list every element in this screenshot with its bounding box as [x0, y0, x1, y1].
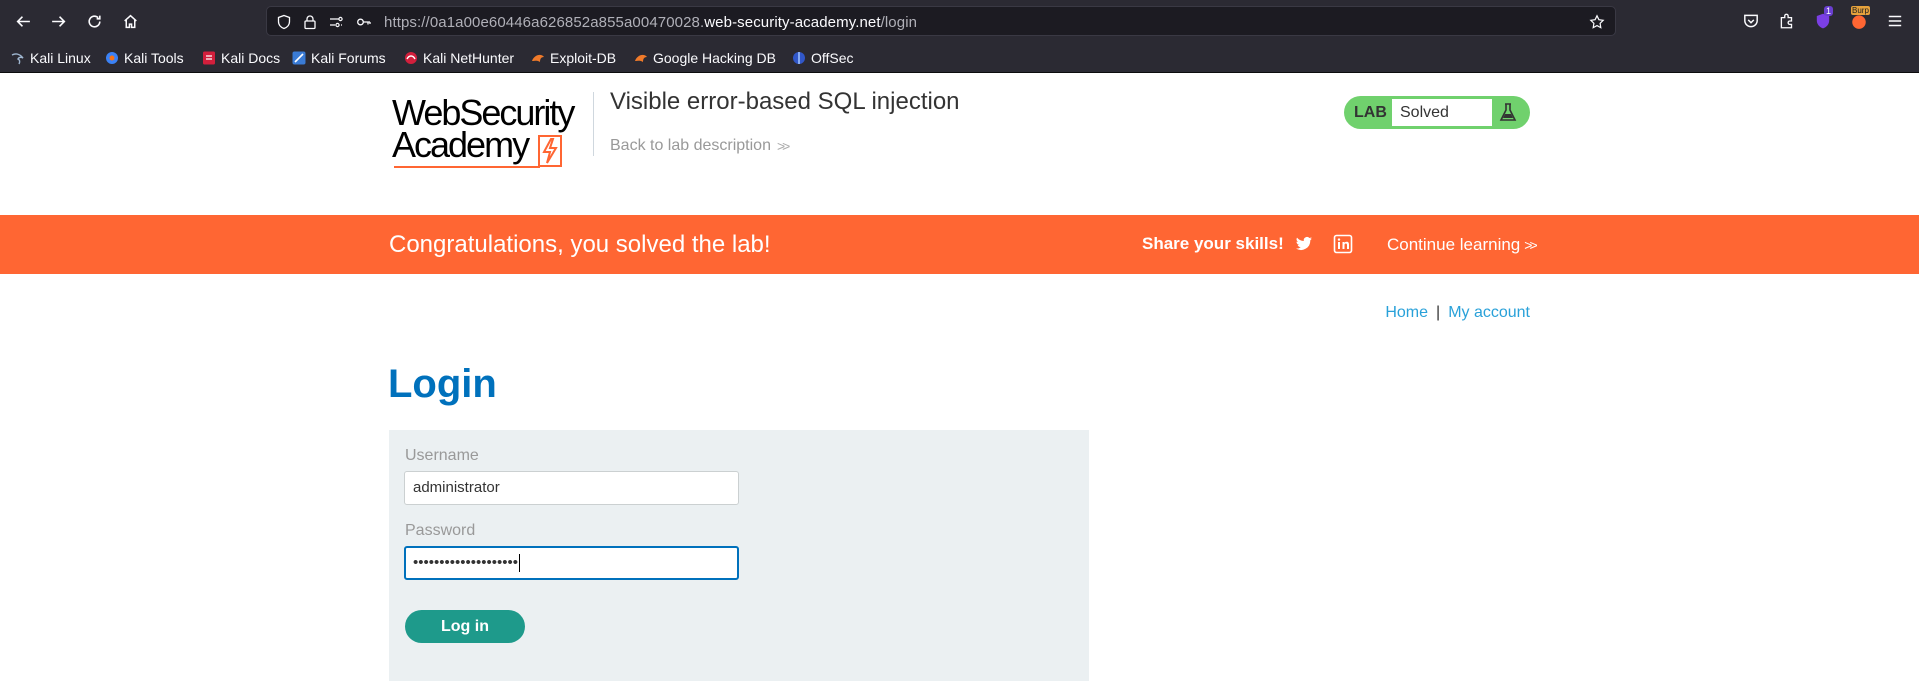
forward-button[interactable] — [45, 8, 71, 34]
extension-shield-icon[interactable]: 1 — [1812, 6, 1834, 32]
bookmark-star-icon[interactable] — [1588, 13, 1606, 31]
kali-forums-icon — [292, 51, 306, 65]
bookmark-kali-nethunter[interactable]: Kali NetHunter — [403, 49, 514, 67]
login-form: Username administrator Password ••••••••… — [389, 430, 1089, 681]
key-icon[interactable] — [355, 13, 373, 31]
my-account-link[interactable]: My account — [1448, 304, 1530, 321]
bookmarks-bar: Kali Linux Kali Tools Kali Docs Kali For… — [0, 43, 1919, 73]
page-title: Login — [388, 362, 497, 406]
logo-bolt-icon — [538, 135, 562, 167]
extension-badge: 1 — [1824, 6, 1834, 16]
nav-separator: | — [1436, 304, 1441, 321]
share-label: Share your skills! — [1142, 234, 1284, 253]
home-button[interactable] — [117, 8, 143, 34]
top-navigation: Home | My account — [1380, 304, 1530, 326]
home-link[interactable]: Home — [1385, 304, 1428, 321]
lab-status-text: Solved — [1392, 99, 1492, 126]
back-button[interactable] — [10, 8, 36, 34]
lock-icon[interactable] — [301, 13, 319, 31]
nethunter-icon — [405, 52, 417, 64]
username-input[interactable]: administrator — [404, 471, 739, 505]
permissions-icon[interactable] — [327, 13, 345, 31]
bookmark-kali-tools[interactable]: Kali Tools — [104, 49, 184, 67]
username-label: Username — [405, 447, 479, 464]
bookmark-kali-docs[interactable]: Kali Docs — [201, 49, 280, 67]
offsec-icon — [793, 52, 805, 64]
extensions-icon[interactable] — [1776, 10, 1798, 32]
password-input[interactable]: •••••••••••••••••••• — [404, 546, 739, 580]
burp-badge: Burp — [1851, 6, 1870, 15]
password-masked-value: •••••••••••••••••••• — [413, 554, 519, 571]
bookmark-exploit-db[interactable]: Exploit-DB — [530, 49, 616, 67]
bookmark-offsec[interactable]: OffSec — [791, 49, 854, 67]
browser-toolbar: https://0a1a00e60446a626852a855a00470028… — [0, 0, 1919, 43]
congratulations-message: Congratulations, you solved the lab! — [389, 231, 771, 258]
password-label: Password — [405, 522, 476, 539]
lab-title: Visible error-based SQL injection — [610, 88, 960, 115]
address-bar[interactable]: https://0a1a00e60446a626852a855a00470028… — [266, 6, 1616, 36]
double-chevron-icon: >> — [1524, 237, 1537, 253]
arrow-right-icon — [51, 15, 65, 27]
web-security-academy-logo[interactable]: WebSecurity Academy — [392, 93, 592, 173]
continue-learning-link[interactable]: Continue learning >> — [1387, 235, 1538, 255]
twitter-icon[interactable] — [1294, 234, 1314, 254]
bookmark-kali-linux[interactable]: Kali Linux — [10, 49, 91, 67]
solved-banner: Congratulations, you solved the lab! Sha… — [0, 215, 1919, 274]
page-content: WebSecurity Academy Visible error-based … — [0, 73, 1919, 681]
bookmark-google-hacking-db[interactable]: Google Hacking DB — [633, 49, 776, 67]
ghdb-icon — [635, 54, 647, 62]
arrow-left-icon — [16, 15, 30, 27]
logo-underline — [394, 166, 540, 168]
exploit-db-icon — [532, 54, 544, 62]
bookmark-kali-forums[interactable]: Kali Forums — [291, 49, 386, 67]
text-caret — [519, 554, 521, 573]
reload-button[interactable] — [81, 8, 107, 34]
lab-status-widget: LAB Solved — [1344, 96, 1530, 129]
shield-icon[interactable] — [275, 13, 293, 31]
burp-extension-icon[interactable]: Burp — [1848, 6, 1870, 32]
menu-icon[interactable] — [1884, 10, 1906, 32]
home-icon — [123, 14, 137, 28]
url-text[interactable]: https://0a1a00e60446a626852a855a00470028… — [384, 14, 917, 31]
pocket-icon[interactable] — [1740, 10, 1762, 32]
flask-icon — [1499, 103, 1517, 121]
login-button[interactable]: Log in — [405, 610, 525, 643]
back-to-lab-description-link[interactable]: Back to lab description >> — [610, 137, 790, 155]
header-divider — [593, 92, 594, 156]
linkedin-icon[interactable] — [1333, 234, 1353, 254]
reload-icon — [87, 14, 101, 28]
kali-dragon-icon — [11, 53, 24, 65]
kali-docs-icon — [203, 51, 215, 65]
double-chevron-icon: >> — [776, 138, 790, 154]
kali-tools-icon — [106, 52, 118, 64]
lab-label: LAB — [1354, 104, 1387, 121]
